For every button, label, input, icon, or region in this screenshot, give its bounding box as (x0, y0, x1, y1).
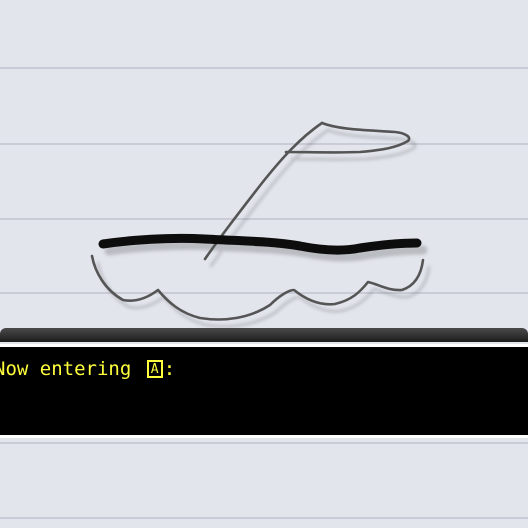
dialog-text-line: Now entering A : (0, 358, 175, 380)
boat-hull-outline-stroke (90, 254, 425, 321)
boat-sketch-drawing (90, 121, 425, 321)
dialog-box: Now entering A : (0, 344, 528, 438)
dialog-box-top-ledge (0, 328, 528, 342)
a-button-icon: A (146, 360, 163, 378)
dialog-text-suffix: : (163, 358, 176, 380)
boat-deck-stroke (98, 233, 422, 255)
dialog-text-prefix: Now entering (0, 358, 143, 380)
